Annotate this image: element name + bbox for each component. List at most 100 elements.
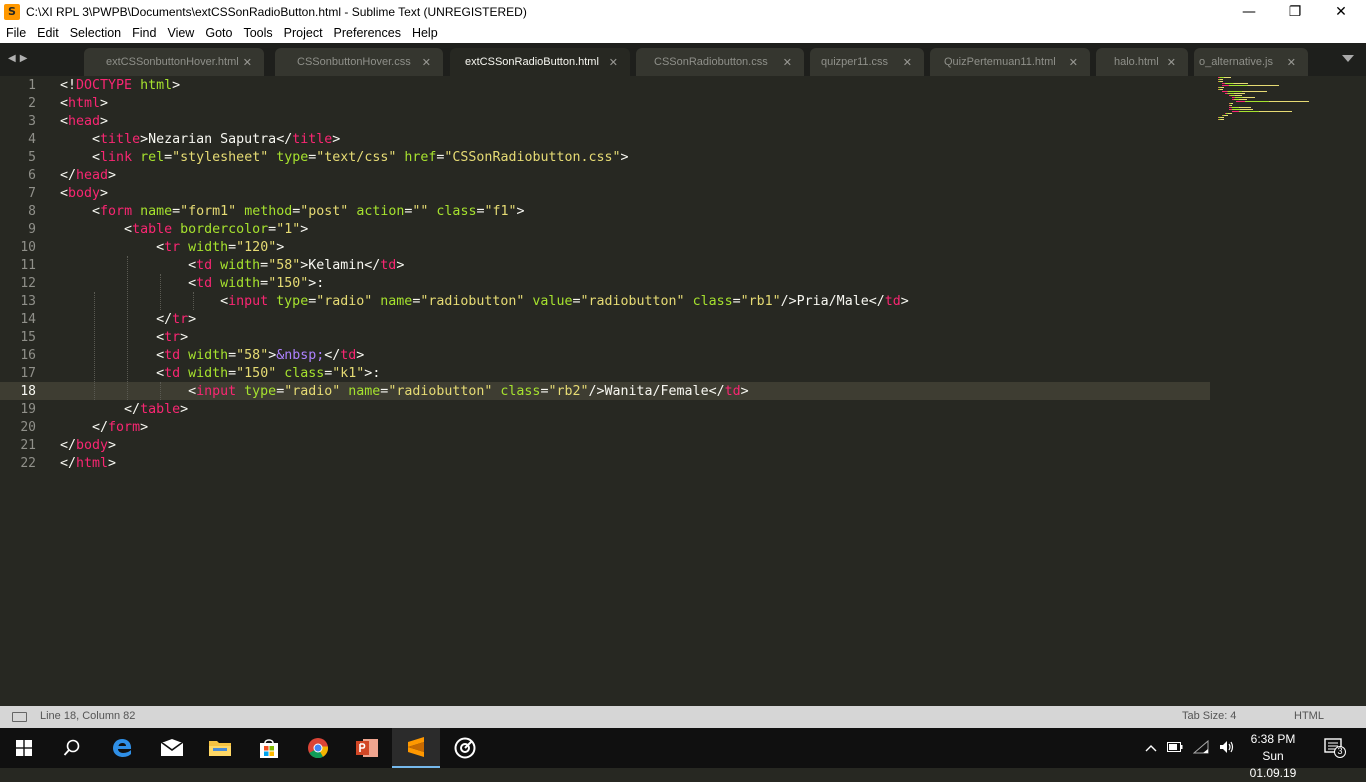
code-line[interactable]: <input type="radio" name="radiobutton" c… — [60, 383, 749, 401]
battery-icon[interactable] — [1167, 741, 1183, 755]
start-button[interactable] — [0, 728, 48, 768]
code-line[interactable]: <head> — [60, 113, 108, 131]
minimap[interactable] — [1218, 76, 1328, 126]
line-number: 2 — [28, 96, 36, 111]
action-center-button[interactable]: 3 — [1324, 738, 1346, 758]
code-line[interactable]: <td width="150">: — [60, 275, 324, 293]
tab-label: quizper11.css — [821, 56, 889, 68]
menu-project[interactable]: Project — [278, 26, 328, 40]
menu-preferences[interactable]: Preferences — [328, 26, 406, 40]
taskbar-powerpoint[interactable] — [343, 728, 391, 768]
tab-extcssonradiobutton-html[interactable]: extCSSonRadioButton.html ✕ — [450, 48, 630, 76]
tab-close-icon[interactable]: ✕ — [1069, 56, 1078, 69]
menu-goto[interactable]: Goto — [199, 26, 237, 40]
tab-close-icon[interactable]: ✕ — [422, 56, 431, 69]
code-editor[interactable]: 1 2 3 4 5 6 7 8 9 10 11 12 13 14 15 16 17 18 19 20 21 22 <!DO… — [0, 76, 1366, 706]
minimap-line — [1232, 99, 1247, 100]
tab-label: halo.html — [1114, 56, 1159, 68]
close-window-button[interactable]: ✕ — [1318, 0, 1364, 23]
code-line[interactable]: <title>Nezarian Saputra</title> — [60, 131, 340, 149]
panel-toggle-icon[interactable] — [12, 712, 27, 722]
tab-cssonradiobutton-css[interactable]: CSSonRadiobutton.css ✕ — [636, 48, 804, 76]
line-number: 15 — [20, 330, 36, 345]
tab-list-dropdown-icon[interactable] — [1342, 55, 1354, 62]
search-icon — [63, 739, 80, 756]
minimap-line — [1218, 79, 1224, 80]
system-tray — [1145, 728, 1245, 768]
tab-close-icon[interactable]: ✕ — [1167, 56, 1176, 69]
cursor-position[interactable]: Line 18, Column 82 — [40, 710, 135, 722]
taskbar-chrome[interactable] — [294, 728, 342, 768]
menu-edit[interactable]: Edit — [31, 26, 64, 40]
notification-count: 3 — [1337, 746, 1343, 756]
taskbar-edge[interactable] — [98, 728, 146, 768]
code-line[interactable]: </tr> — [60, 311, 196, 329]
tab-close-icon[interactable]: ✕ — [783, 56, 792, 69]
tab-cssonbuttonhover-css[interactable]: CSSonbuttonHover.css ✕ — [275, 48, 443, 76]
code-line[interactable]: <form name="form1" method="post" action=… — [60, 203, 524, 221]
tab-nav-arrows-icon[interactable]: ◀▶ — [8, 53, 31, 64]
chevron-up-icon[interactable] — [1145, 741, 1157, 755]
line-number: 9 — [28, 222, 36, 237]
minimap-line — [1232, 111, 1292, 112]
tab-halo-html[interactable]: halo.html ✕ — [1096, 48, 1188, 76]
taskbar-groove[interactable] — [441, 728, 489, 768]
code-line[interactable]: </table> — [60, 401, 188, 419]
code-line[interactable]: <!DOCTYPE html> — [60, 77, 180, 95]
code-line[interactable]: </html> — [60, 455, 116, 473]
taskbar-file-explorer[interactable] — [196, 728, 244, 768]
menu-help[interactable]: Help — [406, 26, 443, 40]
minimap-line — [1225, 93, 1245, 94]
taskbar-clock[interactable]: 6:38 PM Sun 01.09.19 — [1238, 731, 1308, 782]
minimize-button[interactable]: — — [1226, 0, 1272, 23]
syntax-selector[interactable]: HTML — [1294, 710, 1324, 722]
taskbar-mail[interactable] — [148, 728, 196, 768]
line-number: 4 — [28, 132, 36, 147]
mail-icon — [160, 739, 184, 756]
tab-close-icon[interactable]: ✕ — [903, 56, 912, 69]
menu-view[interactable]: View — [161, 26, 199, 40]
tab-label: extCSSonRadioButton.html — [465, 56, 599, 68]
line-number: 18 — [20, 384, 36, 399]
wifi-icon[interactable] — [1192, 739, 1209, 757]
groove-music-icon — [454, 737, 476, 759]
maximize-button[interactable]: ❐ — [1272, 0, 1318, 23]
code-line[interactable]: <td width="58">Kelamin</td> — [60, 257, 404, 275]
tab-quizpertemuan11-html[interactable]: QuizPertemuan11.html ✕ — [930, 48, 1090, 76]
code-line[interactable]: <tr width="120"> — [60, 239, 284, 257]
code-line[interactable]: <tr> — [60, 329, 188, 347]
tab-close-icon[interactable]: ✕ — [609, 56, 618, 69]
menu-tools[interactable]: Tools — [237, 26, 277, 40]
code-line[interactable]: <link rel="stylesheet" type="text/css" h… — [60, 149, 629, 167]
code-line[interactable]: </body> — [60, 437, 116, 455]
tab-close-icon[interactable]: ✕ — [243, 56, 252, 69]
code-line[interactable]: </head> — [60, 167, 116, 185]
taskbar-sublime-text[interactable] — [392, 728, 440, 768]
code-line[interactable]: <td width="58">&nbsp;</td> — [60, 347, 364, 365]
code-line[interactable]: <body> — [60, 185, 108, 203]
tab-size-selector[interactable]: Tab Size: 4 — [1182, 710, 1236, 722]
sublime-app-icon: S — [4, 3, 20, 20]
menu-selection[interactable]: Selection — [64, 26, 126, 40]
code-line[interactable]: <table bordercolor="1"> — [60, 221, 308, 239]
tab-close-icon[interactable]: ✕ — [1287, 56, 1296, 69]
edge-icon — [113, 739, 132, 757]
tab-quizper11-css[interactable]: quizper11.css ✕ — [810, 48, 924, 76]
code-line[interactable]: </form> — [60, 419, 148, 437]
store-icon — [260, 739, 278, 758]
line-number: 17 — [20, 366, 36, 381]
tab-o-alternative-js[interactable]: o_alternative.js ✕ — [1194, 48, 1308, 76]
tab-label: o_alternative.js — [1199, 56, 1273, 68]
taskbar-store[interactable] — [245, 728, 293, 768]
line-number: 8 — [28, 204, 36, 219]
search-button[interactable] — [48, 728, 96, 768]
menu-find[interactable]: Find — [126, 26, 161, 40]
menu-file[interactable]: File — [0, 26, 31, 40]
volume-icon[interactable] — [1219, 740, 1235, 757]
code-line[interactable]: <html> — [60, 95, 108, 113]
code-line[interactable]: <td width="150" class="k1">: — [60, 365, 380, 383]
tab-label: CSSonbuttonHover.css — [297, 56, 411, 68]
code-line[interactable]: <input type="radio" name="radiobutton" v… — [60, 293, 909, 311]
tab-extcssonbuttonhover-html[interactable]: extCSSonbuttonHover.html ✕ — [84, 48, 264, 76]
minimap-line — [1218, 117, 1224, 118]
